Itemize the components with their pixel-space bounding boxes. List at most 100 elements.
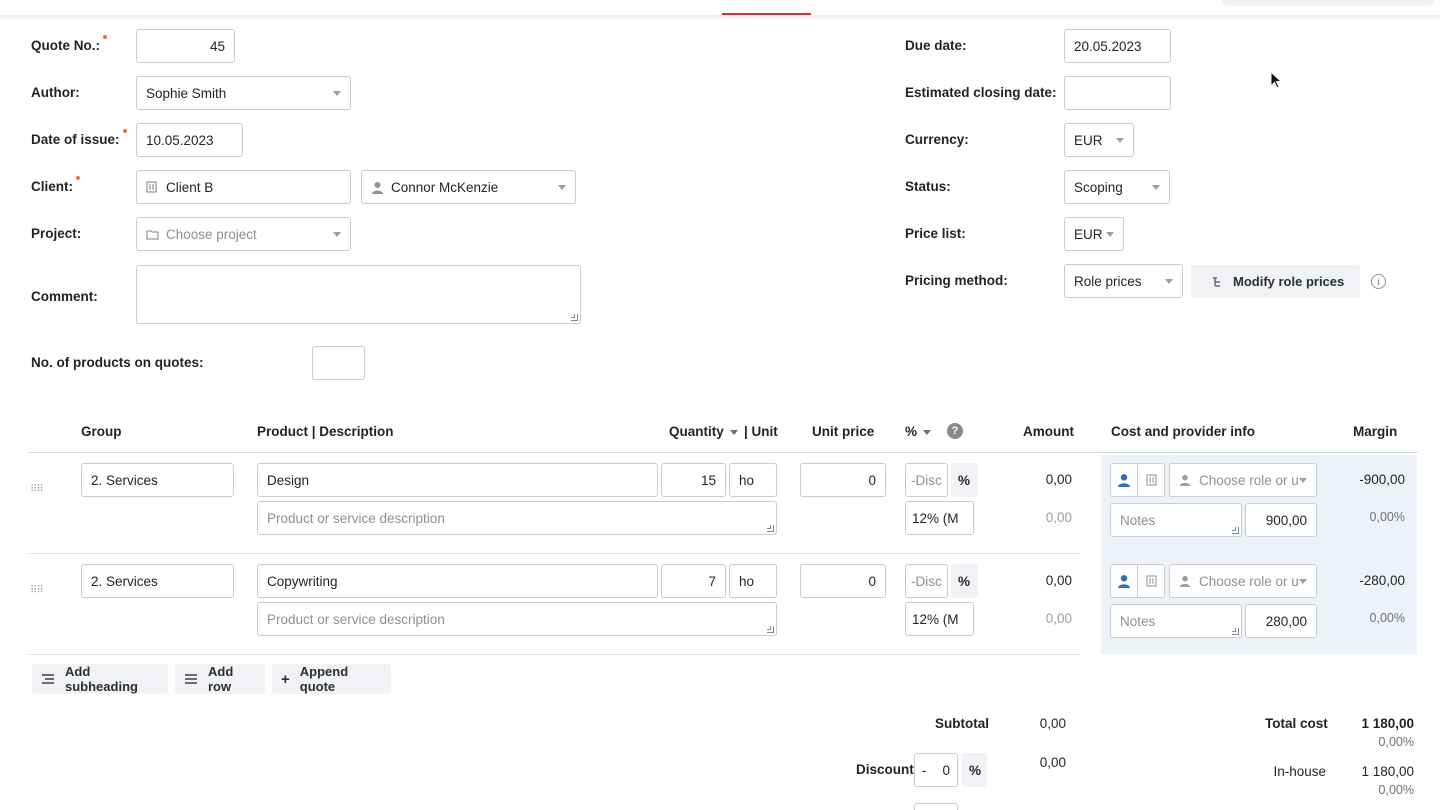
discount-unit-toggle[interactable]: % xyxy=(951,564,978,598)
resize-handle-icon[interactable] xyxy=(1232,628,1239,635)
row-divider xyxy=(28,553,1081,554)
discount-unit-toggle[interactable]: % xyxy=(951,463,978,497)
date-of-issue-input[interactable]: 10.05.2023 xyxy=(136,123,243,157)
external-provider-toggle[interactable] xyxy=(1137,463,1165,497)
unit-input[interactable]: ho xyxy=(729,564,777,598)
chevron-down-icon xyxy=(333,232,341,237)
client-input[interactable]: Client B xyxy=(136,170,351,204)
pricing-method-value: Role prices xyxy=(1074,273,1142,289)
unit-price-value: 0 xyxy=(868,573,876,589)
add-subheading-button[interactable]: Add subheading xyxy=(32,664,168,694)
col-quantity-header[interactable]: Quantity xyxy=(669,424,738,439)
active-tab-indicator xyxy=(722,13,811,15)
cost-input[interactable]: 900,00 xyxy=(1245,503,1317,537)
resize-handle-icon[interactable] xyxy=(571,314,578,321)
notes-textarea[interactable]: Notes xyxy=(1110,503,1242,537)
append-quote-button[interactable]: + Append quote xyxy=(272,664,391,694)
status-select[interactable]: Scoping xyxy=(1064,170,1170,204)
info-icon[interactable]: i xyxy=(1371,274,1386,289)
unit-price-input[interactable]: 0 xyxy=(800,564,886,598)
currency-select[interactable]: EUR xyxy=(1064,123,1134,157)
description-textarea[interactable]: Product or service description xyxy=(257,501,777,535)
products-on-quotes-input[interactable] xyxy=(312,346,365,380)
discount-placeholder: -Disc xyxy=(911,472,942,488)
cost-input[interactable]: 280,00 xyxy=(1245,604,1317,638)
quantity-value: 7 xyxy=(708,573,716,589)
discount-input[interactable]: -Disc xyxy=(905,463,948,497)
client-contact-select[interactable]: Connor McKenzie xyxy=(361,170,576,204)
group-value: 2. Services xyxy=(91,573,158,589)
col-quantity-label: Quantity xyxy=(669,424,724,439)
person-icon xyxy=(1179,575,1193,587)
rows-icon xyxy=(184,673,198,685)
chevron-down-icon xyxy=(1152,185,1160,190)
vat-select[interactable]: 12% (M xyxy=(905,501,974,535)
client-label: Client: xyxy=(31,176,80,194)
date-of-issue-value: 10.05.2023 xyxy=(146,132,214,148)
quantity-input[interactable]: 15 xyxy=(661,463,726,497)
unit-price-input[interactable]: 0 xyxy=(800,463,886,497)
drag-handle-icon[interactable]: ⠿⠿ xyxy=(30,585,44,596)
chevron-down-icon xyxy=(1165,279,1173,284)
vat-select[interactable]: 12% (M xyxy=(905,602,974,636)
discount-unit-label: % xyxy=(958,573,971,589)
unit-input[interactable]: ho xyxy=(729,463,777,497)
resize-handle-icon[interactable] xyxy=(1232,527,1239,534)
quantity-value: 15 xyxy=(700,472,716,488)
price-list-label: Price list: xyxy=(905,226,966,241)
internal-provider-toggle[interactable] xyxy=(1110,463,1138,497)
description-textarea[interactable]: Product or service description xyxy=(257,602,777,636)
amount-value: 0,00 xyxy=(1045,472,1072,487)
total-discount-input[interactable]: -0 xyxy=(914,753,958,787)
notes-textarea[interactable]: Notes xyxy=(1110,604,1242,638)
discount-label: Discount xyxy=(856,762,914,777)
role-select[interactable]: Choose role or u xyxy=(1169,463,1317,497)
author-select[interactable]: Sophie Smith xyxy=(136,76,351,110)
help-icon[interactable]: ? xyxy=(947,423,963,439)
unit-price-value: 0 xyxy=(868,472,876,488)
top-search-pill[interactable] xyxy=(1222,0,1434,6)
total-cost-pct: 0,00% xyxy=(1378,735,1414,749)
client-contact-value: Connor McKenzie xyxy=(391,179,499,195)
discount-amount-value: 0,00 xyxy=(1039,755,1066,770)
project-placeholder: Choose project xyxy=(166,226,257,242)
add-row-button[interactable]: Add row xyxy=(175,664,265,694)
inhouse-value: 1 180,00 xyxy=(1361,764,1414,779)
quantity-input[interactable]: 7 xyxy=(661,564,726,598)
modify-role-prices-label: Modify role prices xyxy=(1233,274,1345,289)
resize-handle-icon[interactable] xyxy=(767,626,774,633)
comment-textarea[interactable] xyxy=(136,265,581,324)
role-select[interactable]: Choose role or u xyxy=(1169,564,1317,598)
col-margin-header: Margin xyxy=(1353,424,1398,439)
resize-handle-icon[interactable] xyxy=(767,525,774,532)
margin-value: -900,00 xyxy=(1359,472,1405,487)
price-list-select[interactable]: EUR xyxy=(1064,217,1124,251)
cost-value: 280,00 xyxy=(1265,613,1307,629)
group-input[interactable]: 2. Services xyxy=(81,463,234,497)
due-date-input[interactable]: 20.05.2023 xyxy=(1064,29,1171,63)
quote-no-input[interactable]: 45 xyxy=(136,29,235,63)
chevron-down-icon xyxy=(558,185,566,190)
products-on-quotes-label: No. of products on quotes: xyxy=(31,355,204,370)
col-percent-header[interactable]: % xyxy=(905,424,932,439)
estimated-closing-date-label: Estimated closing date: xyxy=(905,85,1057,100)
project-select[interactable]: Choose project xyxy=(136,217,351,251)
pricing-method-select[interactable]: Role prices xyxy=(1064,264,1183,298)
estimated-closing-date-input[interactable] xyxy=(1064,76,1171,110)
unit-value: ho xyxy=(739,573,755,589)
row-divider xyxy=(28,654,1081,655)
internal-provider-toggle[interactable] xyxy=(1110,564,1138,598)
next-total-input[interactable] xyxy=(914,803,958,810)
discount-input[interactable]: -Disc xyxy=(905,564,948,598)
group-input[interactable]: 2. Services xyxy=(81,564,234,598)
product-input[interactable]: Copywriting xyxy=(257,564,658,598)
col-product-header: Product | Description xyxy=(257,424,394,439)
external-provider-toggle[interactable] xyxy=(1137,564,1165,598)
total-cost-value: 1 180,00 xyxy=(1361,716,1414,731)
total-discount-unit-toggle[interactable]: % xyxy=(962,753,987,787)
modify-role-prices-button[interactable]: Modify role prices xyxy=(1191,265,1360,298)
subtotal-label: Subtotal xyxy=(935,716,989,731)
drag-handle-icon[interactable]: ⠿⠿ xyxy=(30,484,44,495)
chevron-down-icon xyxy=(1106,232,1114,237)
product-input[interactable]: Design xyxy=(257,463,658,497)
